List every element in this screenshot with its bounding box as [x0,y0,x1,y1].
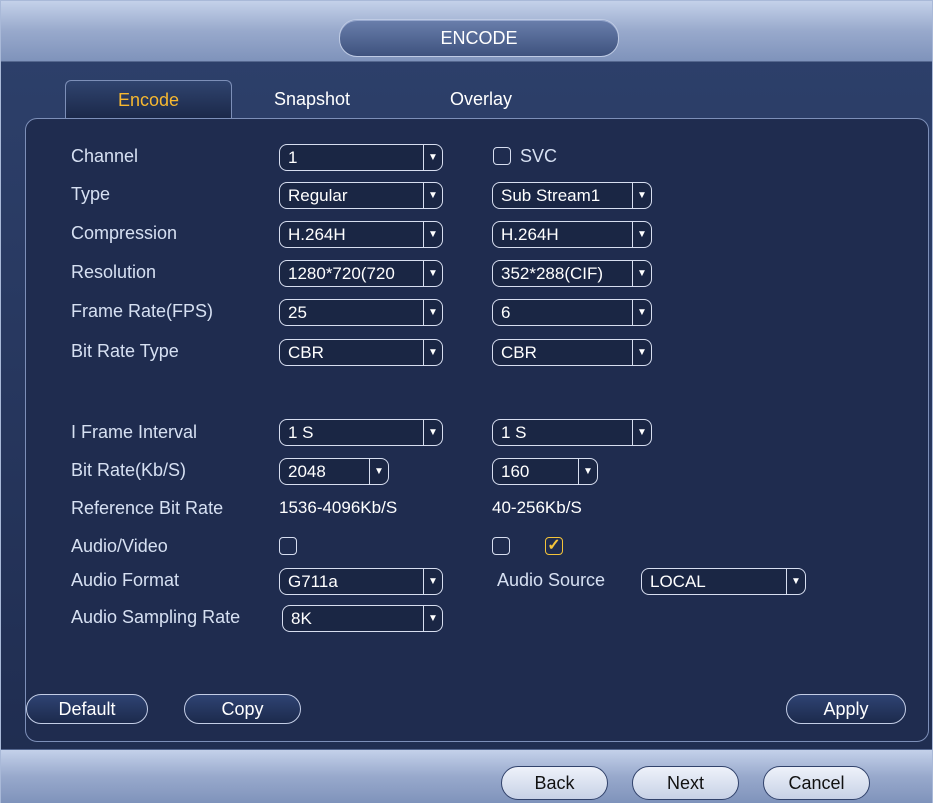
bit-rate-type-main-select[interactable]: CBR ▼ [279,339,443,366]
channel-label: Channel [71,146,139,166]
default-button[interactable]: Default [26,694,148,724]
back-button[interactable]: Back [501,766,608,800]
audio-format-label: Audio Format [71,570,180,590]
audio-format-select[interactable]: G711a ▼ [279,568,443,595]
resolution-main-value: 1280*720(720 [288,264,395,283]
chevron-down-icon: ▼ [632,183,651,208]
bit-rate-type-sub-select[interactable]: CBR ▼ [492,339,652,366]
chevron-down-icon: ▼ [578,459,597,484]
chevron-down-icon: ▼ [423,261,442,286]
tab-encode[interactable]: Encode [65,80,232,119]
copy-button[interactable]: Copy [184,694,301,724]
audio-sampling-label: Audio Sampling Rate [71,607,241,627]
check-icon: ✓ [547,537,561,554]
frame-rate-main-select[interactable]: 25 ▼ [279,299,443,326]
compression-main-value: H.264H [288,225,346,244]
type-main-value: Regular [288,186,348,205]
audio-sampling-value: 8K [291,609,312,628]
audio-source-select[interactable]: LOCAL ▼ [641,568,806,595]
compression-main-select[interactable]: H.264H ▼ [279,221,443,248]
compression-sub-select[interactable]: H.264H ▼ [492,221,652,248]
type-sub-value: Sub Stream1 [501,186,601,205]
bit-rate-main-value: 2048 [288,462,326,481]
chevron-down-icon: ▼ [786,569,805,594]
i-frame-label: I Frame Interval [71,422,198,442]
chevron-down-icon: ▼ [369,459,388,484]
frame-rate-sub-select[interactable]: 6 ▼ [492,299,652,326]
i-frame-main-value: 1 S [288,423,314,442]
channel-select[interactable]: 1 ▼ [279,144,443,171]
audio-format-value: G711a [288,572,338,591]
chevron-down-icon: ▼ [632,420,651,445]
bit-rate-type-label: Bit Rate Type [71,341,179,361]
compression-label: Compression [71,223,178,243]
audio-video-sub-checkbox[interactable] [492,537,510,555]
svc-label: SVC [520,146,558,166]
reference-bit-rate-label: Reference Bit Rate [71,498,224,518]
frame-rate-label: Frame Rate(FPS) [71,301,214,321]
channel-value: 1 [288,148,298,167]
reference-bit-rate-sub: 40-256Kb/S [492,498,582,517]
apply-button[interactable]: Apply [786,694,906,724]
chevron-down-icon: ▼ [423,145,442,170]
chevron-down-icon: ▼ [423,300,442,325]
resolution-sub-value: 352*288(CIF) [501,264,604,283]
bit-rate-sub-value: 160 [501,462,530,481]
audio-sub-checkbox[interactable]: ✓ [545,537,563,555]
bit-rate-type-main-value: CBR [288,343,324,362]
i-frame-main-select[interactable]: 1 S ▼ [279,419,443,446]
audio-video-main-checkbox[interactable] [279,537,297,555]
encode-window: ENCODE Encode Snapshot Overlay Channel 1… [0,0,933,803]
cancel-button[interactable]: Cancel [763,766,870,800]
tab-overlay[interactable]: Overlay [441,80,521,118]
chevron-down-icon: ▼ [632,261,651,286]
chevron-down-icon: ▼ [423,420,442,445]
encode-panel: Channel 1 ▼ SVC Type Regular ▼ Sub Strea… [25,118,929,742]
bit-rate-type-sub-value: CBR [501,343,537,362]
chevron-down-icon: ▼ [423,222,442,247]
svc-checkbox[interactable] [493,147,511,165]
chevron-down-icon: ▼ [423,183,442,208]
resolution-sub-select[interactable]: 352*288(CIF) ▼ [492,260,652,287]
bottom-bar: Back Next Cancel [1,749,932,803]
window-title: ENCODE [339,19,619,57]
chevron-down-icon: ▼ [632,222,651,247]
chevron-down-icon: ▼ [632,340,651,365]
tab-snapshot[interactable]: Snapshot [264,80,360,118]
audio-source-label: Audio Source [497,570,606,590]
chevron-down-icon: ▼ [423,340,442,365]
bit-rate-label: Bit Rate(Kb/S) [71,460,187,480]
chevron-down-icon: ▼ [423,569,442,594]
title-bar: ENCODE [1,1,932,62]
bit-rate-main-select[interactable]: 2048 ▼ [279,458,389,485]
audio-video-label: Audio/Video [71,536,168,556]
type-main-select[interactable]: Regular ▼ [279,182,443,209]
audio-source-value: LOCAL [650,572,706,591]
frame-rate-sub-value: 6 [501,303,511,322]
bit-rate-sub-select[interactable]: 160 ▼ [492,458,598,485]
i-frame-sub-select[interactable]: 1 S ▼ [492,419,652,446]
compression-sub-value: H.264H [501,225,559,244]
frame-rate-main-value: 25 [288,303,307,322]
resolution-main-select[interactable]: 1280*720(720 ▼ [279,260,443,287]
reference-bit-rate-main: 1536-4096Kb/S [279,498,398,517]
type-label: Type [71,184,111,204]
chevron-down-icon: ▼ [423,606,442,631]
audio-sampling-select[interactable]: 8K ▼ [282,605,443,632]
resolution-label: Resolution [71,262,157,282]
type-sub-select[interactable]: Sub Stream1 ▼ [492,182,652,209]
i-frame-sub-value: 1 S [501,423,527,442]
chevron-down-icon: ▼ [632,300,651,325]
next-button[interactable]: Next [632,766,739,800]
